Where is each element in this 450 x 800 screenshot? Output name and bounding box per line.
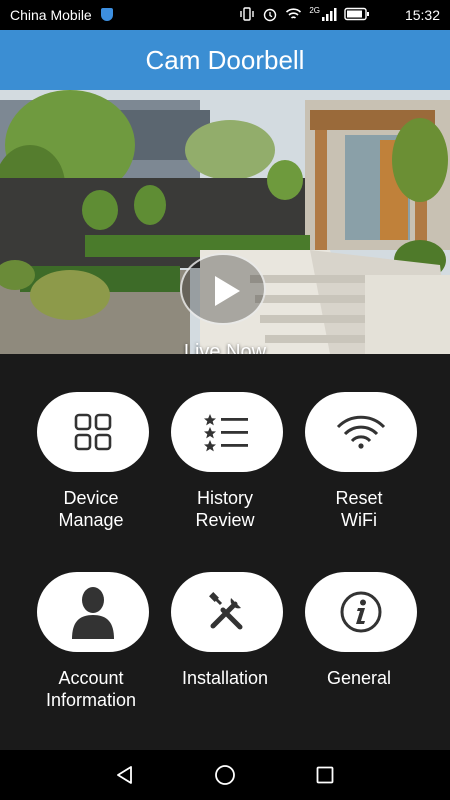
- list-icon: [204, 414, 248, 452]
- account-information-button[interactable]: Account Information: [24, 572, 158, 732]
- battery-icon: [344, 7, 369, 21]
- general-icon-container: [305, 572, 417, 652]
- carrier-name: China Mobile: [10, 7, 92, 23]
- general-button[interactable]: General: [292, 572, 426, 732]
- wifi-status-icon: [286, 8, 302, 19]
- home-button[interactable]: [210, 760, 240, 790]
- history-review-button[interactable]: History Review: [158, 392, 292, 552]
- navigation-bar: [0, 750, 450, 800]
- network-type: 2G: [309, 6, 320, 15]
- clock: 15:32: [404, 7, 440, 23]
- alarm-icon: [264, 8, 277, 22]
- menu-grid: Device Manage History Review Reset WiFi: [0, 354, 450, 750]
- recents-button[interactable]: [310, 760, 340, 790]
- installation-button[interactable]: Installation: [158, 572, 292, 732]
- reset-wifi-label: Reset WiFi: [335, 488, 383, 530]
- wifi-icon: [336, 415, 386, 449]
- vibrate-icon: [240, 7, 255, 21]
- general-label: General: [326, 668, 392, 688]
- shield-icon: [101, 8, 113, 21]
- info-icon: [340, 591, 382, 633]
- device-manage-button[interactable]: Device Manage: [24, 392, 158, 552]
- reset-wifi-button[interactable]: Reset WiFi: [292, 392, 426, 552]
- back-button[interactable]: [110, 760, 140, 790]
- home-icon: [215, 765, 235, 785]
- history-review-label: History Review: [195, 488, 255, 530]
- live-preview[interactable]: Live Now: [0, 90, 450, 354]
- back-icon: [117, 766, 132, 784]
- account-information-icon-container: [37, 572, 149, 652]
- installation-icon-container: [171, 572, 283, 652]
- recents-icon: [316, 766, 334, 784]
- tools-icon: [209, 592, 243, 630]
- play-button[interactable]: [180, 253, 266, 325]
- live-now-label: Live Now: [183, 341, 267, 354]
- reset-wifi-icon-container: [305, 392, 417, 472]
- user-icon: [72, 587, 114, 639]
- device-manage-label: Device Manage: [58, 488, 124, 530]
- device-manage-icon-container: [37, 392, 149, 472]
- app-bar: Cam Doorbell: [0, 30, 450, 90]
- grid-icon: [74, 413, 112, 451]
- system-icons: 2G: [239, 6, 370, 22]
- account-information-label: Account Information: [45, 668, 137, 710]
- signal-icon: [322, 8, 337, 21]
- status-bar: China Mobile 2G 15:32: [0, 0, 450, 30]
- page-title: Cam Doorbell: [145, 45, 305, 75]
- installation-label: Installation: [181, 668, 269, 688]
- history-review-icon-container: [171, 392, 283, 472]
